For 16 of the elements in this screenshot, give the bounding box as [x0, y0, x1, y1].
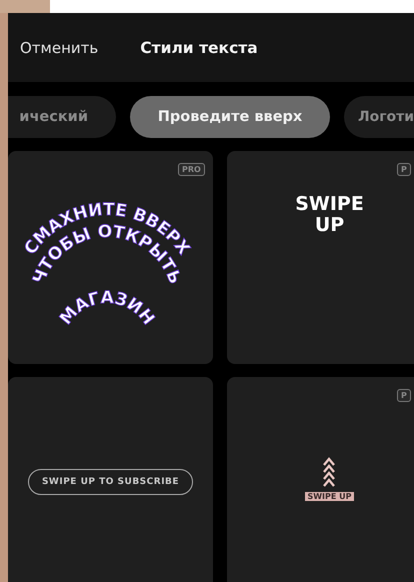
screen-title: Стили текста	[140, 38, 258, 56]
text-style-card[interactable]: P SWIPE UP	[227, 377, 414, 582]
chevrons-up-icon	[323, 456, 336, 488]
text-style-card[interactable]: SWIPE UP TO SUBSCRIBE	[8, 377, 213, 582]
style-tab[interactable]: ический	[8, 96, 116, 138]
pro-badge: PRO	[178, 163, 205, 176]
text-style-card[interactable]: P SWIPE UP	[227, 151, 414, 364]
style-tab[interactable]: Логоти	[344, 96, 414, 138]
outlined-label: SWIPE UP TO SUBSCRIBE	[28, 468, 194, 494]
preview-text: SWIPE UP	[305, 492, 354, 501]
preview-text: UP	[314, 214, 344, 236]
pro-badge: P	[397, 163, 411, 176]
preview-text: SWIPE	[295, 194, 364, 214]
pro-badge: P	[397, 389, 411, 402]
style-tab[interactable]: Проведите вверх	[130, 96, 330, 138]
cancel-button[interactable]: Отменить	[20, 38, 98, 56]
